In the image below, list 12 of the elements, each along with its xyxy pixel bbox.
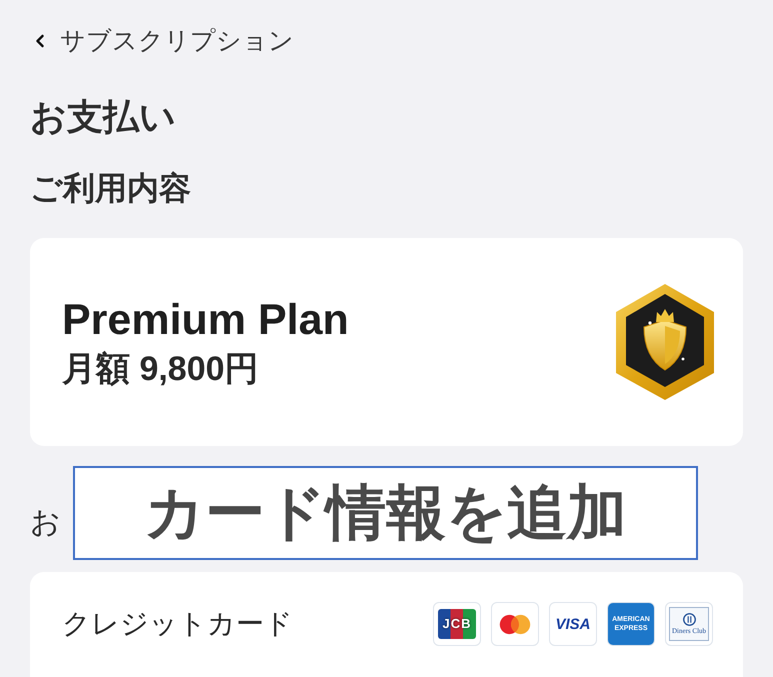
overlapping-circles-icon <box>491 602 539 646</box>
section-heading: ご利用内容 <box>30 169 191 208</box>
payment-method-label: クレジットカード <box>62 607 293 641</box>
caption-banner: カード情報を追加 <box>73 466 698 560</box>
section-heading: お <box>30 505 61 541</box>
plan-price: 月額 9,800円 <box>62 349 259 389</box>
crowned-shield-icon <box>615 283 715 401</box>
logo-wordmark: VISA <box>555 616 590 632</box>
page-title: お支払い <box>30 95 176 139</box>
back-link[interactable]: サブスクリプション <box>30 26 294 56</box>
circle-emblem-icon <box>682 613 696 626</box>
plan-name: Premium Plan <box>62 295 349 345</box>
